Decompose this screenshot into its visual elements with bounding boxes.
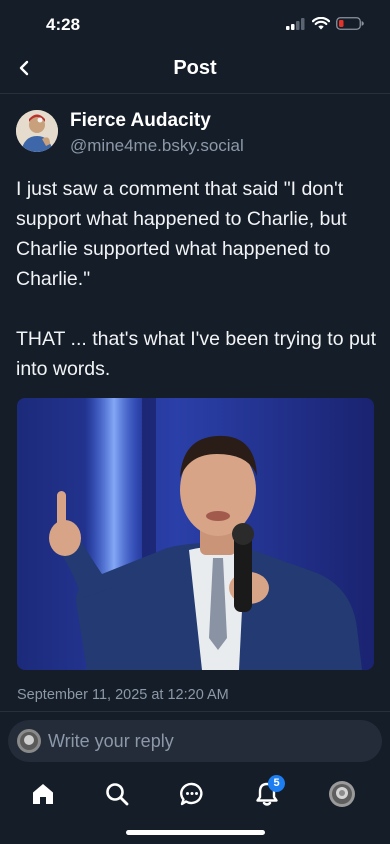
signal-icon (286, 17, 305, 30)
page-title: Post (173, 57, 217, 79)
home-indicator[interactable] (126, 830, 265, 835)
profile-avatar (329, 781, 355, 807)
tab-profile[interactable] (326, 778, 358, 810)
tab-bar: 5 (0, 770, 390, 816)
post-timestamp: September 11, 2025 at 12:20 AM (17, 687, 229, 703)
reply-placeholder: Write your reply (48, 731, 174, 751)
notification-badge: 5 (268, 775, 285, 792)
status-icons (286, 17, 364, 30)
post-paragraph: I just saw a comment that said "I don't … (16, 178, 347, 290)
tab-chat[interactable] (176, 778, 208, 810)
status-time: 4:28 (46, 15, 81, 34)
post-image[interactable] (17, 398, 374, 670)
header-divider (0, 93, 390, 94)
reply-divider (0, 711, 390, 712)
chat-icon (180, 782, 203, 806)
tab-home[interactable] (27, 778, 59, 810)
user-avatar (17, 729, 41, 753)
reply-input[interactable]: Write your reply (8, 720, 382, 762)
author-avatar[interactable] (16, 110, 58, 152)
author-name[interactable]: Fierce Audacity (70, 110, 211, 132)
home-icon (33, 784, 53, 804)
nav-bar: Post (0, 50, 390, 90)
wifi-icon (312, 17, 330, 30)
tab-search[interactable] (101, 778, 133, 810)
post-body: I just saw a comment that said "I don't … (16, 174, 378, 384)
post-paragraph: THAT ... that's what I've been trying to… (16, 328, 377, 380)
search-icon (106, 783, 129, 806)
author-handle[interactable]: @mine4me.bsky.social (70, 136, 244, 156)
status-bar: 4:28 (0, 0, 390, 50)
post-author[interactable]: Fierce Audacity @mine4me.bsky.social (16, 108, 376, 158)
battery-icon (336, 17, 364, 30)
